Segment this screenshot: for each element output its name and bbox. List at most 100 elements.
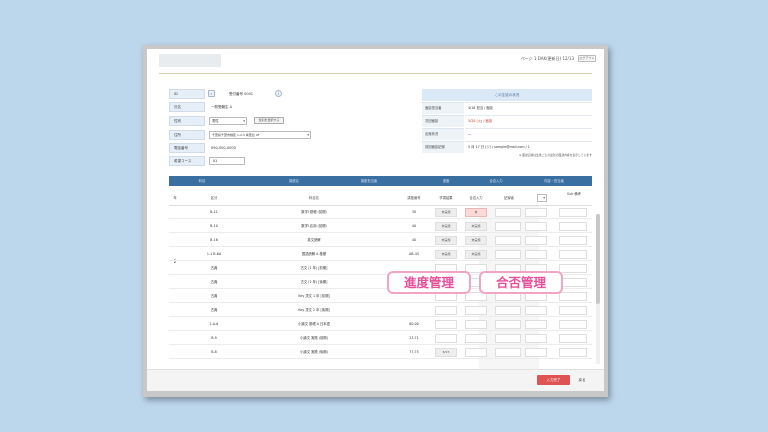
cell-result[interactable] <box>465 334 487 343</box>
cell-subject: 数学Ⅰ 基礎 (前期) <box>301 210 327 214</box>
app-window: ページ 1 DAK(更新日) 12/13 ログアウト ID ⌕ 受付番号 000… <box>147 49 604 391</box>
cell-extra[interactable] <box>525 348 547 357</box>
filter-select[interactable]: ▾ <box>537 194 547 202</box>
cell-subject: 国語読解 A 基礎 <box>301 252 327 256</box>
scrollbar[interactable] <box>596 214 600 364</box>
field-label-name: 氏名 <box>169 102 205 112</box>
cell-number: 23.71 <box>409 336 419 340</box>
status-panel: この生徒の状況 面談担当者 4/18 担当 / 面談 次回面談 5/20 (火)… <box>422 89 592 155</box>
cell-number: 77.75 <box>409 350 419 354</box>
cell-progress[interactable]: 8/15 <box>435 348 457 357</box>
cell-extra[interactable] <box>525 320 547 329</box>
course-input[interactable]: 01 <box>209 157 245 165</box>
cell-code: B-8 <box>211 350 217 354</box>
cell-progress[interactable]: 未実施 <box>435 236 457 245</box>
cell-number: 30 <box>411 210 417 214</box>
field-label-address: 住所 <box>169 130 205 140</box>
cell-note[interactable] <box>559 348 587 357</box>
cell-recorder[interactable] <box>495 208 521 217</box>
cell-result[interactable] <box>465 306 487 315</box>
field-label-course: 希望コース <box>169 156 205 166</box>
status-value: 4/18 担当 / 面談 <box>465 102 592 114</box>
table-row: 古典 Key 漢文 2 年 [後期] <box>169 304 592 317</box>
logout-button[interactable]: ログアウト <box>578 55 596 62</box>
header-divider <box>159 73 592 74</box>
gender-select[interactable]: 男性 ▾ <box>209 117 247 125</box>
cell-recorder[interactable] <box>495 348 521 357</box>
info-icon[interactable]: i <box>275 90 282 97</box>
footer: 入力完了 戻る <box>147 369 604 391</box>
cell-result[interactable] <box>465 320 487 329</box>
subheader-cell: 記録者 <box>504 196 514 200</box>
cell-recorder[interactable] <box>495 250 521 259</box>
cell-progress[interactable]: 未実施 <box>435 208 457 217</box>
cell-recorder[interactable] <box>495 306 521 315</box>
cell-extra[interactable] <box>525 306 547 315</box>
address-select-value: 千葉県千葉市緑区 1-2-3 青葉台 4F <box>212 133 260 137</box>
search-icon[interactable]: ⌕ <box>208 90 215 97</box>
table-row: 1-A-6 小論文 基礎 A 日本語 60.00 <box>169 318 592 331</box>
cell-note[interactable] <box>559 222 587 231</box>
cell-progress[interactable] <box>435 334 457 343</box>
cell-progress[interactable] <box>435 306 457 315</box>
logo <box>159 54 221 67</box>
cell-recorder[interactable] <box>495 222 521 231</box>
cell-subject: 小論文 実践 (後期) <box>300 350 328 354</box>
status-label: 前回面談記録 <box>422 141 464 153</box>
cell-note[interactable] <box>559 236 587 245</box>
table-row: B-10 数学Ⅰ 応用 (前期) 40 未実施 未実施 <box>169 220 592 233</box>
cell-note[interactable] <box>559 208 587 217</box>
field-label-phone: 電話番号 <box>169 143 205 153</box>
cell-result[interactable]: 未実施 <box>465 222 487 231</box>
progress-management-label: 進度管理 <box>387 271 471 294</box>
status-label: 面談担当者 <box>422 102 464 114</box>
scrollbar-thumb[interactable] <box>596 214 600 304</box>
cell-recorder[interactable] <box>495 236 521 245</box>
cell-subject: 数学Ⅰ 応用 (前期) <box>301 224 327 228</box>
cell-note[interactable] <box>559 306 587 315</box>
column-header: 科目 <box>198 179 206 183</box>
cell-result[interactable]: 未実施 <box>465 250 487 259</box>
cell-note[interactable] <box>559 320 587 329</box>
pass-fail-management-label: 合否管理 <box>479 271 563 294</box>
table-row: B-8 小論文 実践 (後期) 77.75 8/15 <box>169 346 592 359</box>
save-button[interactable]: 入力完了 <box>537 375 570 385</box>
address-select[interactable]: 千葉県千葉市緑区 1-2-3 青葉台 4F ▾ <box>209 131 311 139</box>
subheader-cell: 講座番号 <box>407 196 421 200</box>
field-value-name: 一般受験生 A <box>211 105 233 109</box>
cell-result[interactable]: 未 <box>465 208 487 217</box>
cell-extra[interactable] <box>525 208 547 217</box>
cell-progress[interactable] <box>435 320 457 329</box>
cell-note[interactable] <box>559 250 587 259</box>
cell-progress[interactable]: 未実施 <box>435 222 457 231</box>
status-note: ※ 面談記録は生徒ごとの最新の面談内容を表示しています <box>518 153 592 157</box>
cell-extra[interactable] <box>525 222 547 231</box>
cell-progress[interactable]: 未実施 <box>435 250 457 259</box>
cancel-button[interactable]: 戻る <box>573 375 591 385</box>
cell-extra[interactable] <box>525 250 547 259</box>
cell-note[interactable] <box>559 278 587 287</box>
header-info: ページ 1 DAK(更新日) 12/13 <box>520 56 574 61</box>
cell-result[interactable]: 未実施 <box>465 236 487 245</box>
gender-select-button[interactable]: 性別を選択する <box>254 117 284 124</box>
cell-code: B-16 <box>210 238 218 242</box>
subheader-cell: Sub 備考 <box>567 192 581 196</box>
status-value: 5/20 (火) / 面談 <box>465 115 592 127</box>
table-header: 科目 講座名 講座担当者 進度 合否入力 内容・担当者 <box>169 176 592 186</box>
cell-subject: Key 漢文 1 年 [前期] <box>298 294 330 298</box>
cell-recorder[interactable] <box>495 320 521 329</box>
course-input-value: 01 <box>213 159 218 163</box>
status-value: — <box>465 128 592 140</box>
subheader-cell: 科目名 <box>309 196 319 200</box>
cell-note[interactable] <box>559 292 587 301</box>
cell-recorder[interactable] <box>495 334 521 343</box>
cell-extra[interactable] <box>525 236 547 245</box>
cell-result[interactable] <box>465 348 487 357</box>
gender-select-value: 男性 <box>212 119 219 123</box>
subheader-cell: 区分 <box>210 196 218 200</box>
cell-note[interactable] <box>559 264 587 273</box>
cell-extra[interactable] <box>525 334 547 343</box>
cell-note[interactable] <box>559 334 587 343</box>
cell-code: 古典 <box>210 280 218 284</box>
cell-subject: Key 漢文 2 年 [後期] <box>298 308 330 312</box>
